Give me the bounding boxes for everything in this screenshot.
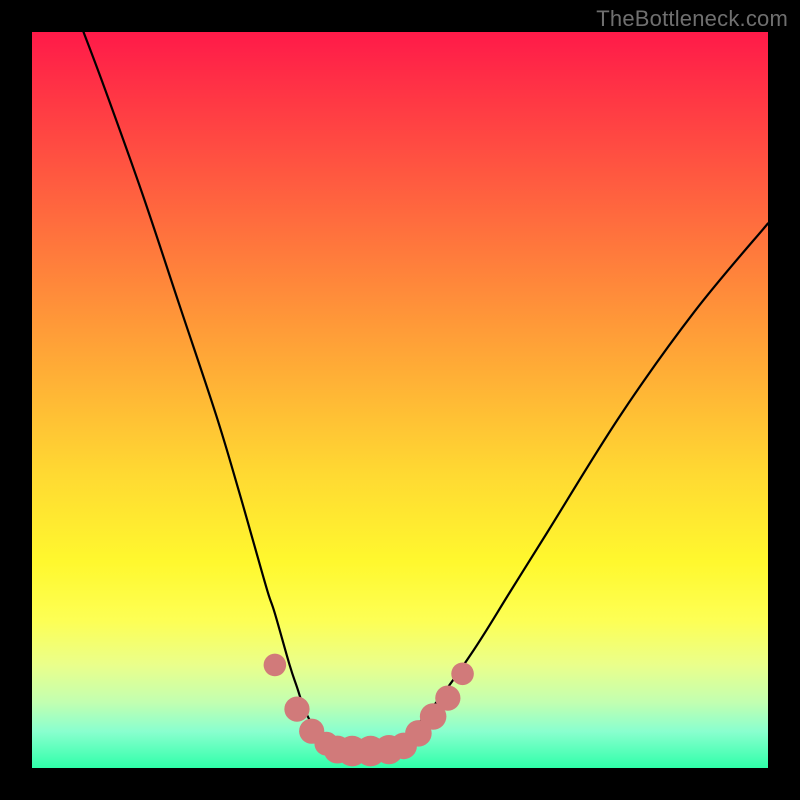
curve-marker [284,697,309,722]
watermark-text: TheBottleneck.com [596,6,788,32]
curve-marker [435,685,460,710]
curve-marker [451,663,474,686]
curve-marker [264,654,287,677]
bottleneck-curve-svg [32,32,768,768]
curve-floor-markers [264,654,474,767]
chart-plot-area [32,32,768,768]
bottleneck-curve [84,32,768,754]
